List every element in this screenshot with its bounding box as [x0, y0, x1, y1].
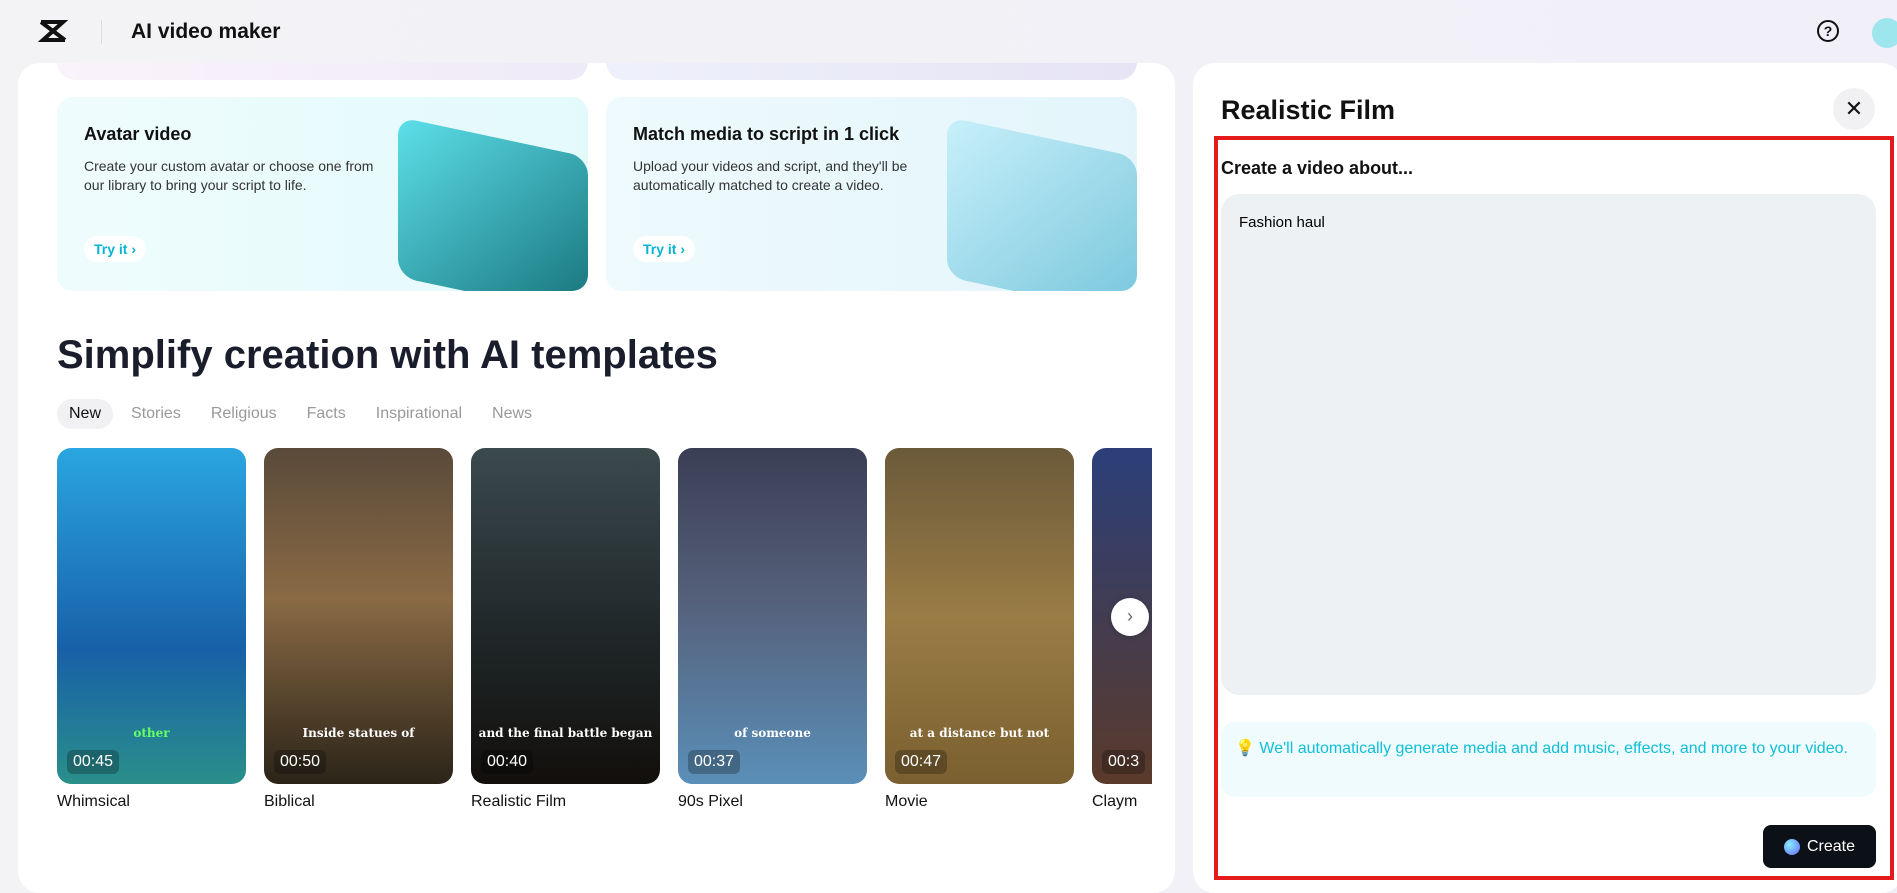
chevron-right-icon[interactable]: › [1111, 598, 1149, 636]
lightbulb-icon: 💡 [1235, 740, 1260, 757]
template-thumbnail-movie[interactable]: at a distance but not 00:47 [885, 448, 1074, 784]
duration: 00:3 [1102, 750, 1146, 774]
card-title: Avatar video [84, 124, 192, 144]
template-thumbnail-90s-pixel[interactable]: of someone 00:37 [678, 448, 867, 784]
card-title: Match media to script in 1 click [633, 124, 900, 144]
try-it-button[interactable]: Try it › [84, 236, 147, 262]
avatar-illustration [398, 116, 588, 291]
info-box: 💡 We'll automatically generate media and… [1221, 722, 1876, 797]
thumbnail-caption: of someone [734, 726, 811, 740]
tab-religious[interactable]: Religious [199, 399, 289, 429]
close-icon[interactable]: ✕ [1833, 88, 1875, 130]
prompt-label: Create a video about... [1221, 158, 1414, 178]
tab-facts[interactable]: Facts [295, 399, 358, 429]
main-content: Avatar video Create your custom avatar o… [18, 63, 1175, 893]
duration: 00:47 [895, 750, 948, 774]
create-label: Create [1806, 837, 1856, 855]
feature-card-partial[interactable] [57, 63, 588, 80]
tab-new[interactable]: New [57, 399, 114, 429]
try-it-button[interactable]: Try it › [633, 236, 696, 262]
orb-icon [1783, 838, 1800, 855]
help-icon[interactable]: ? [1817, 20, 1839, 42]
duration: 00:40 [481, 750, 534, 774]
duration: 00:50 [274, 750, 327, 774]
template-thumbnail-realistic-film[interactable]: and the final battle began 00:40 [471, 448, 660, 784]
feature-card-partial[interactable] [606, 63, 1137, 80]
divider [101, 20, 102, 44]
template-thumbnail-biblical[interactable]: Inside statues of 00:50 [264, 448, 453, 784]
tab-stories[interactable]: Stories [119, 399, 193, 429]
prompt-input[interactable]: Fashion haul [1221, 194, 1876, 695]
create-button[interactable]: Create [1763, 825, 1876, 868]
templates-heading: Simplify creation with AI templates [57, 333, 718, 377]
tab-news[interactable]: News [480, 399, 544, 429]
template-tabs: New Stories Religious Facts Inspirationa… [57, 399, 544, 429]
template-label: Whimsical [57, 793, 130, 810]
panel-title: Realistic Film [1221, 95, 1396, 125]
thumbnail-caption: Inside statues of [302, 726, 415, 740]
header: AI video maker ? [0, 0, 1897, 63]
app-title: AI video maker [131, 20, 281, 43]
template-label: Claym [1092, 793, 1138, 810]
media-illustration [947, 116, 1137, 291]
template-label: Biblical [264, 793, 315, 810]
capcut-logo-icon[interactable] [38, 18, 68, 44]
thumbnail-caption: at a distance but not [909, 726, 1050, 740]
duration: 00:45 [67, 750, 120, 774]
match-media-card[interactable]: Match media to script in 1 click Upload … [606, 97, 1137, 291]
tab-inspirational[interactable]: Inspirational [364, 399, 474, 429]
avatar-video-card[interactable]: Avatar video Create your custom avatar o… [57, 97, 588, 291]
card-description: Upload your videos and script, and they'… [633, 158, 908, 193]
template-label: Realistic Film [471, 793, 567, 810]
template-label: Movie [885, 793, 928, 810]
card-description: Create your custom avatar or choose one … [84, 158, 374, 193]
info-text: We'll automatically generate media and a… [1259, 740, 1848, 757]
thumbnail-caption: and the final battle began [478, 726, 653, 740]
template-label: 90s Pixel [678, 793, 743, 810]
user-avatar[interactable] [1872, 18, 1897, 48]
template-thumbnail-whimsical[interactable]: other 00:45 [57, 448, 246, 784]
duration: 00:37 [688, 750, 741, 774]
thumbnail-caption: other [133, 726, 170, 740]
